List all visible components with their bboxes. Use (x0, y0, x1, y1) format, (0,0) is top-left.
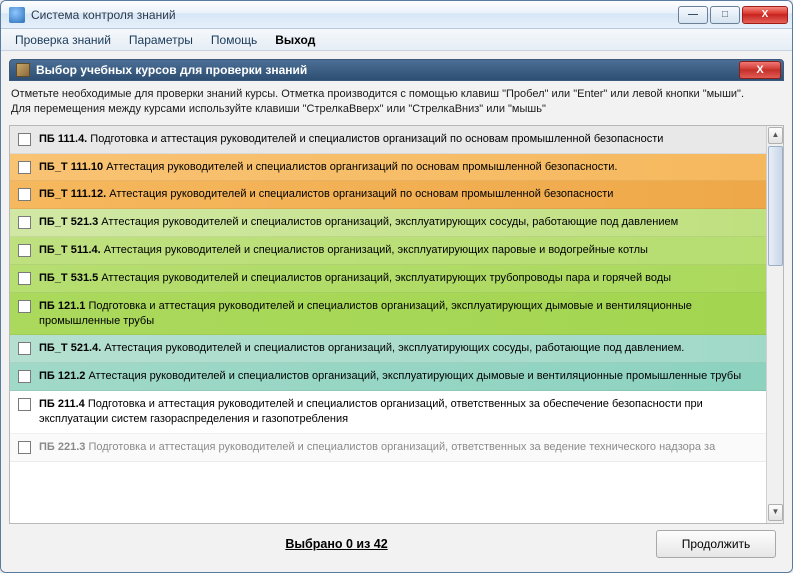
course-list[interactable]: ПБ 111.4. Подготовка и аттестация руково… (10, 126, 766, 523)
course-checkbox[interactable] (18, 441, 31, 454)
selection-status: Выбрано 0 из 42 (17, 537, 656, 551)
books-icon (16, 63, 30, 77)
menu-check-knowledge[interactable]: Проверка знаний (7, 31, 119, 49)
course-list-frame: ПБ 111.4. Подготовка и аттестация руково… (9, 125, 784, 524)
course-row[interactable]: ПБ 111.4. Подготовка и аттестация руково… (10, 126, 766, 154)
maximize-button[interactable]: □ (710, 6, 740, 24)
course-checkbox[interactable] (18, 342, 31, 355)
course-checkbox[interactable] (18, 272, 31, 285)
panel-header: Выбор учебных курсов для проверки знаний… (9, 59, 784, 81)
course-label: ПБ 211.4 Подготовка и аттестация руковод… (39, 397, 758, 427)
instruction-line-1: Отметьте необходимые для проверки знаний… (11, 87, 782, 102)
course-label: ПБ 121.2 Аттестация руководителей и спец… (39, 369, 741, 384)
scroll-thumb[interactable] (768, 146, 783, 266)
menu-help[interactable]: Помощь (203, 31, 265, 49)
course-label: ПБ_Т 521.4. Аттестация руководителей и с… (39, 341, 684, 356)
menubar: Проверка знаний Параметры Помощь Выход (1, 29, 792, 51)
instruction-line-2: Для перемещения между курсами используйт… (11, 102, 782, 117)
scrollbar[interactable]: ▲ ▼ (766, 126, 783, 523)
course-row[interactable]: ПБ 121.1 Подготовка и аттестация руковод… (10, 293, 766, 336)
course-checkbox[interactable] (18, 188, 31, 201)
minimize-button[interactable]: — (678, 6, 708, 24)
course-row[interactable]: ПБ_Т 111.12. Аттестация руководителей и … (10, 181, 766, 209)
content-area: Выбор учебных курсов для проверки знаний… (1, 51, 792, 572)
course-label: ПБ 221.3 Подготовка и аттестация руковод… (39, 440, 715, 455)
course-label: ПБ 121.1 Подготовка и аттестация руковод… (39, 299, 758, 329)
course-checkbox[interactable] (18, 161, 31, 174)
panel-close-button[interactable]: X (739, 61, 781, 79)
menu-exit[interactable]: Выход (267, 31, 323, 49)
course-row[interactable]: ПБ_Т 521.4. Аттестация руководителей и с… (10, 335, 766, 363)
course-row[interactable]: ПБ_Т 521.3 Аттестация руководителей и сп… (10, 209, 766, 237)
window-title: Система контроля знаний (31, 8, 678, 22)
menu-parameters[interactable]: Параметры (121, 31, 201, 49)
course-row[interactable]: ПБ 211.4 Подготовка и аттестация руковод… (10, 391, 766, 434)
scroll-up-button[interactable]: ▲ (768, 127, 783, 144)
titlebar[interactable]: Система контроля знаний — □ X (1, 1, 792, 29)
course-checkbox[interactable] (18, 133, 31, 146)
course-checkbox[interactable] (18, 370, 31, 383)
course-checkbox[interactable] (18, 300, 31, 313)
course-row[interactable]: ПБ 121.2 Аттестация руководителей и спец… (10, 363, 766, 391)
course-row[interactable]: ПБ_Т 511.4. Аттестация руководителей и с… (10, 237, 766, 265)
instructions: Отметьте необходимые для проверки знаний… (9, 81, 784, 125)
course-row[interactable]: ПБ 221.3 Подготовка и аттестация руковод… (10, 434, 766, 462)
window-controls: — □ X (678, 6, 788, 24)
continue-button[interactable]: Продолжить (656, 530, 776, 558)
course-label: ПБ_Т 511.4. Аттестация руководителей и с… (39, 243, 648, 258)
course-label: ПБ_Т 111.10 Аттестация руководителей и с… (39, 160, 617, 175)
course-label: ПБ_Т 111.12. Аттестация руководителей и … (39, 187, 613, 202)
course-row[interactable]: ПБ_Т 531.5 Аттестация руководителей и сп… (10, 265, 766, 293)
close-button[interactable]: X (742, 6, 788, 24)
scroll-down-button[interactable]: ▼ (768, 504, 783, 521)
course-label: ПБ 111.4. Подготовка и аттестация руково… (39, 132, 663, 147)
course-checkbox[interactable] (18, 216, 31, 229)
course-checkbox[interactable] (18, 398, 31, 411)
panel-title: Выбор учебных курсов для проверки знаний (36, 63, 739, 77)
app-icon (9, 7, 25, 23)
course-label: ПБ_Т 531.5 Аттестация руководителей и сп… (39, 271, 671, 286)
course-row[interactable]: ПБ_Т 111.10 Аттестация руководителей и с… (10, 154, 766, 182)
course-label: ПБ_Т 521.3 Аттестация руководителей и сп… (39, 215, 678, 230)
footer: Выбрано 0 из 42 Продолжить (9, 524, 784, 564)
main-window: Система контроля знаний — □ X Проверка з… (0, 0, 793, 573)
course-checkbox[interactable] (18, 244, 31, 257)
